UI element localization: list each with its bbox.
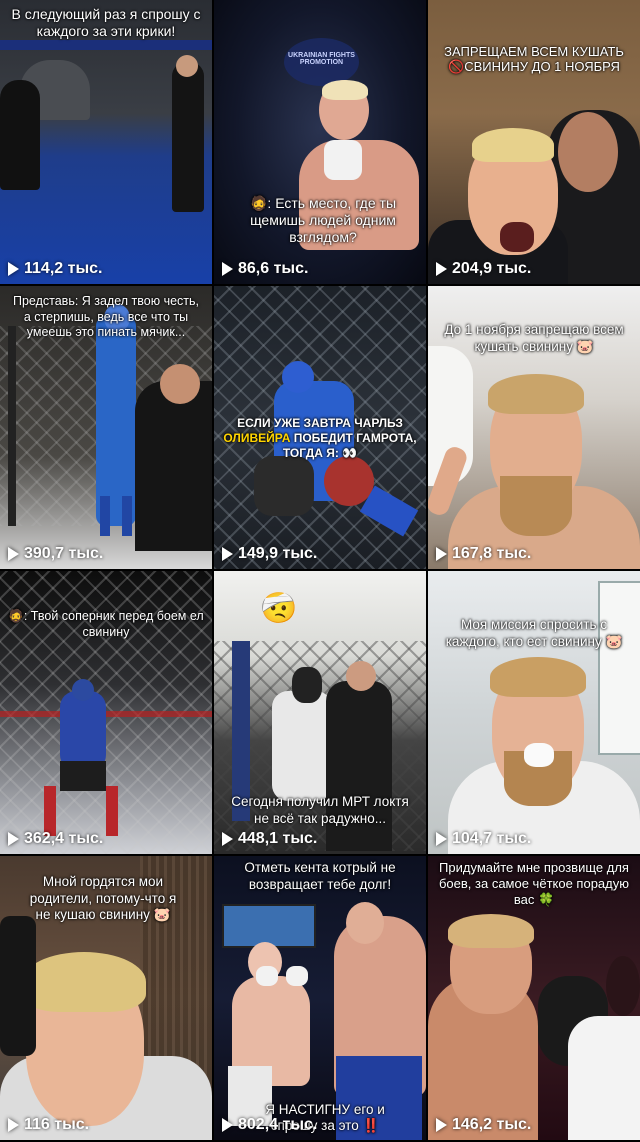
- video-caption: 🧔: Есть место, где ты щемишь людей одним…: [249, 195, 396, 245]
- video-caption: До 1 ноября запрещаю всем кушать свинину…: [444, 322, 624, 354]
- view-count: 114,2 тыс.: [8, 260, 102, 278]
- video-tile-8[interactable]: 🤕 Сегодня получил МРТ локтя не всё так р…: [214, 571, 426, 854]
- view-count: 390,7 тыс.: [8, 545, 103, 563]
- face-with-bandage-icon: 🤕: [260, 592, 298, 625]
- video-caption: Мной гордятся мои родители, потому-что я…: [29, 874, 177, 922]
- video-tile-1[interactable]: В следующий раз я спрошу с каждого за эт…: [0, 0, 212, 284]
- video-caption: Сегодня получил МРТ локтя не всё так рад…: [231, 794, 409, 826]
- video-tile-3[interactable]: ЗАПРЕЩАЕМ ВСЕМ КУШАТЬ 🚫СВИНИНУ ДО 1 НОЯБ…: [428, 0, 640, 284]
- view-count: 802,4 тыс.: [222, 1116, 317, 1134]
- play-icon: [222, 832, 233, 846]
- video-caption: ЕСЛИ УЖЕ ЗАВТРА ЧАРЛЬЗ ОЛИВЕЙРА ПОБЕДИТ …: [223, 416, 417, 460]
- logo-text: UKRAINIAN FIGHTS PROMOTION: [288, 52, 355, 66]
- view-count: 86,6 тыс.: [222, 260, 308, 278]
- play-icon: [222, 547, 233, 561]
- play-icon: [222, 262, 233, 276]
- view-count: 116 тыс.: [8, 1116, 89, 1134]
- video-caption: 🧔: Твой соперник перед боем ел свинину: [8, 609, 204, 639]
- view-count: 104,7 тыс.: [436, 830, 531, 848]
- play-icon: [436, 1118, 447, 1132]
- video-caption: Отметь кента котрый не возвращает тебе д…: [244, 860, 396, 892]
- play-icon: [8, 547, 19, 561]
- video-caption: Моя миссия спросить с каждого, кто ест с…: [445, 617, 623, 649]
- view-count: 362,4 тыс.: [8, 830, 103, 848]
- play-icon: [8, 262, 19, 276]
- view-count: 167,8 тыс.: [436, 545, 531, 563]
- video-tile-11[interactable]: Отметь кента котрый не возвращает тебе д…: [214, 856, 426, 1140]
- video-tile-9[interactable]: Моя миссия спросить с каждого, кто ест с…: [428, 571, 640, 854]
- video-tile-6[interactable]: До 1 ноября запрещаю всем кушать свинину…: [428, 286, 640, 569]
- video-tile-7[interactable]: 🧔: Твой соперник перед боем ел свинину 3…: [0, 571, 212, 854]
- video-tile-10[interactable]: Мной гордятся мои родители, потому-что я…: [0, 856, 212, 1140]
- view-count: 448,1 тыс.: [222, 830, 317, 848]
- play-icon: [8, 1118, 19, 1132]
- play-icon: [436, 262, 447, 276]
- view-count: 146,2 тыс.: [436, 1116, 531, 1134]
- video-tile-2[interactable]: UKRAINIAN FIGHTS PROMOTION 🧔: Есть место…: [214, 0, 426, 284]
- video-caption: Придумайте мне прозвище для боев, за сам…: [438, 860, 629, 907]
- video-tile-12[interactable]: Придумайте мне прозвище для боев, за сам…: [428, 856, 640, 1140]
- view-count: 149,9 тыс.: [222, 545, 317, 563]
- video-grid: В следующий раз я спрошу с каждого за эт…: [0, 0, 640, 1142]
- video-caption: Представь: Я задел твою честь, а стерпиш…: [12, 294, 200, 339]
- view-count: 204,9 тыс.: [436, 260, 531, 278]
- play-icon: [436, 832, 447, 846]
- play-icon: [436, 547, 447, 561]
- video-caption: В следующий раз я спрошу с каждого за эт…: [11, 6, 201, 39]
- video-caption: ЗАПРЕЩАЕМ ВСЕМ КУШАТЬ 🚫СВИНИНУ ДО 1 НОЯБ…: [444, 44, 624, 74]
- video-tile-4[interactable]: Представь: Я задел твою честь, а стерпиш…: [0, 286, 212, 569]
- play-icon: [222, 1118, 233, 1132]
- play-icon: [8, 832, 19, 846]
- video-tile-5[interactable]: ЕСЛИ УЖЕ ЗАВТРА ЧАРЛЬЗ ОЛИВЕЙРА ПОБЕДИТ …: [214, 286, 426, 569]
